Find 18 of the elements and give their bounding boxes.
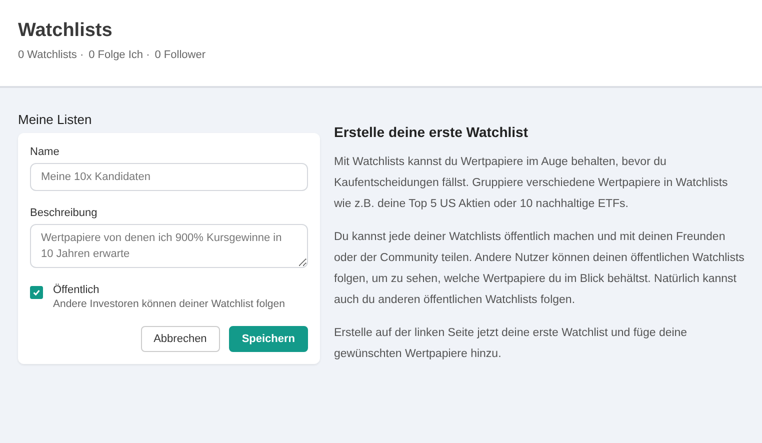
- checkbox-label: Öffentlich: [53, 284, 100, 296]
- info-paragraph: Mit Watchlists kannst du Wertpapiere im Auge behalten, bevor du Kaufentscheidungen fällst. Gruppiere verschiedene Wertpapiere in Watchlists wie z.B. deine Top 5 US Aktien oder 10 nachhaltige ETFs.: [334, 155, 729, 212]
- field-label: Beschreibung: [30, 207, 98, 219]
- info-title: Erstelle deine erste Watchlist: [334, 124, 529, 140]
- stat-text: 0 Follower: [154, 49, 206, 61]
- name-field[interactable]: Meine 10x Kandidaten: [30, 163, 308, 191]
- description-field[interactable]: Wertpapiere von denen ich 900% Kursgewinne in 10 Jahren erwarte: [30, 224, 308, 268]
- field-label: Name: [30, 146, 60, 158]
- public-checkbox[interactable]: [30, 286, 43, 299]
- section-title: Meine Listen: [18, 112, 93, 127]
- stat-text: 0 Watchlists ·: [18, 49, 84, 61]
- stat-text: 0 Folge Ich ·: [88, 49, 150, 61]
- cancel-button[interactable]: Abbrechen: [140, 326, 220, 352]
- check-icon: [32, 288, 41, 297]
- checkbox-hint: Andere Investoren können deiner Watchlist folgen: [53, 298, 285, 310]
- page-title: Watchlists: [18, 20, 114, 42]
- info-paragraph: Erstelle auf der linken Seite jetzt deine erste Watchlist und füge deine gewünschten Wertpapiere hinzu.: [334, 326, 688, 362]
- info-paragraph: Du kannst jede deiner Watchlists öffentlich machen und mit deinen Freunden oder der Community teilen. Andere Nutzer können deinen öffentlichen Watchlists folgen, um zu sehen, welche Wertpapiere du im Blick behältst. Natürlich kannst auch du anderen öffentlichen Watchlists folgen.: [334, 230, 746, 308]
